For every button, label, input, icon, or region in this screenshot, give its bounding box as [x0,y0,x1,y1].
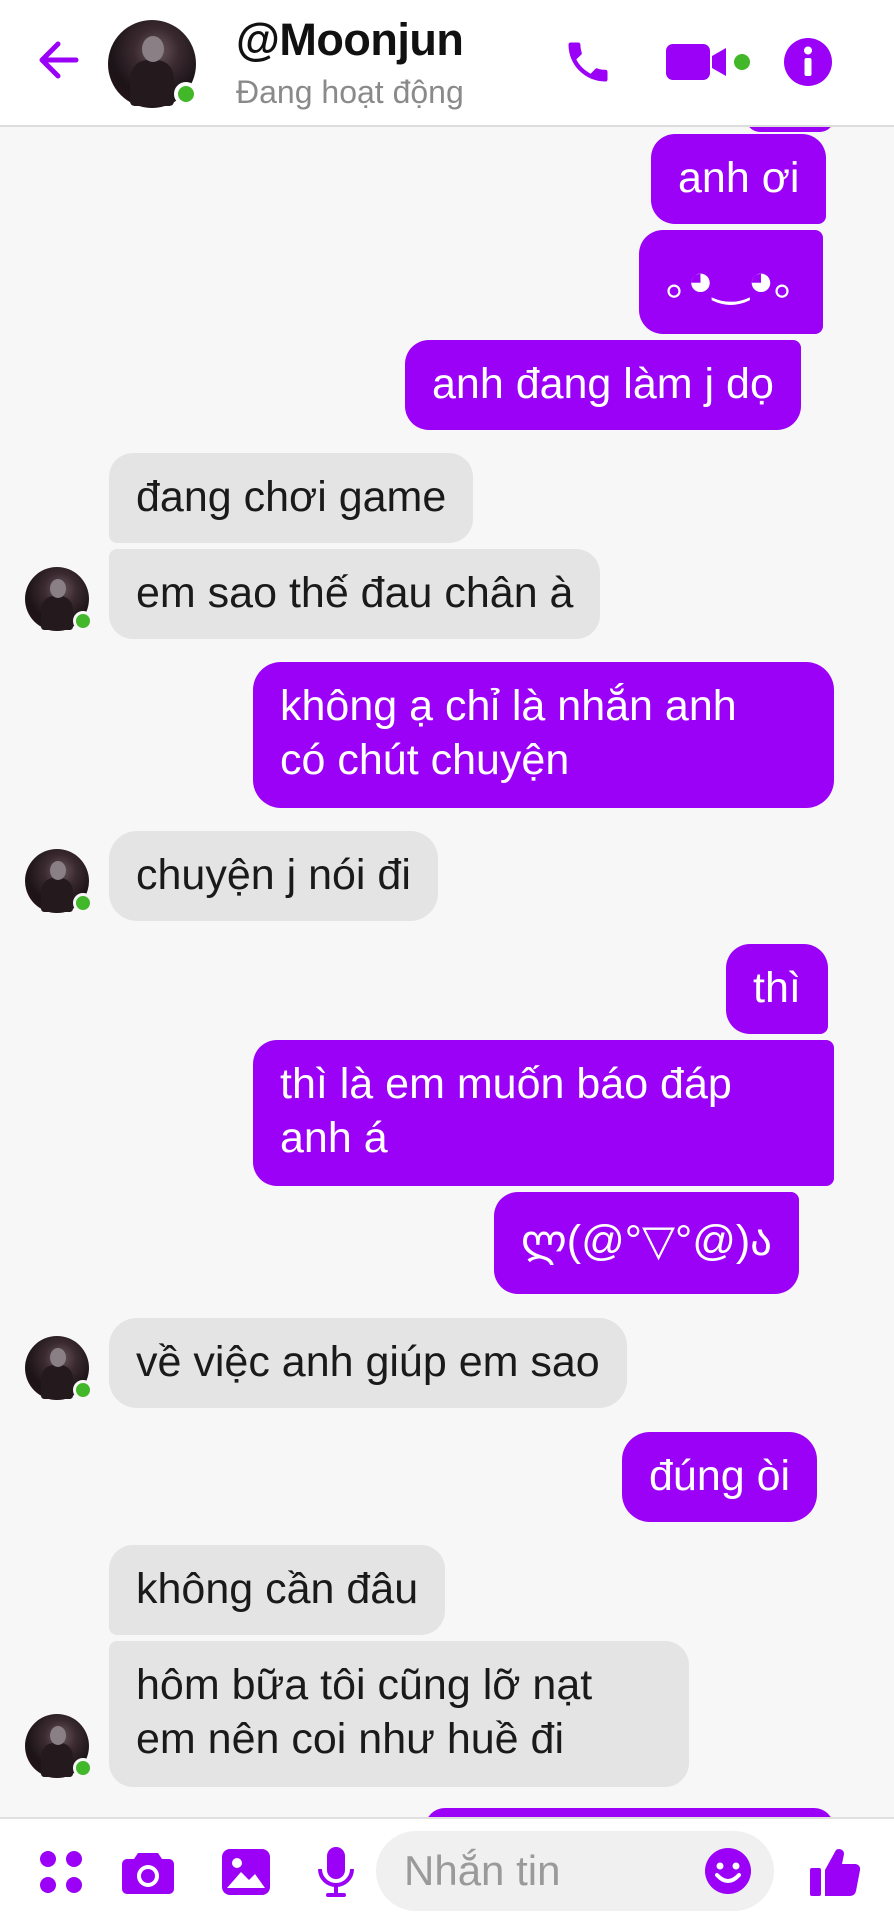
contact-avatar-small[interactable] [25,1336,93,1400]
messenger-chat-screen: @Moonjun Đang hoạt động anh ơi ｡◕‿◕｡ anh… [0,0,894,1920]
contact-avatar-small[interactable] [25,567,93,631]
contact-avatar-small[interactable] [25,1714,93,1778]
chat-header: @Moonjun Đang hoạt động [0,0,894,127]
message-bubble-incoming[interactable]: em sao thế đau chân à [109,549,601,639]
online-indicator [73,893,93,913]
apps-grid-icon[interactable] [30,1841,92,1903]
message-bubble-outgoing[interactable]: thì là em muốn báo đáp anh á [253,1040,834,1186]
phone-icon[interactable] [556,30,620,94]
microphone-icon[interactable] [305,1841,367,1903]
online-indicator [174,82,198,106]
online-indicator [73,1380,93,1400]
contact-avatar[interactable] [108,20,198,108]
camera-icon[interactable] [117,1841,179,1903]
message-bubble-incoming[interactable]: hôm bữa tôi cũng lỡ nạt em nên coi như h… [109,1641,689,1787]
message-bubble-outgoing[interactable]: ｡◕‿◕｡ [639,230,823,334]
contact-avatar-small[interactable] [25,849,93,913]
message-bubble-outgoing[interactable]: thì [726,944,828,1034]
message-bubble-outgoing[interactable]: ლ(@°▽°@)ა [494,1192,800,1294]
emoji-icon[interactable] [696,1839,760,1903]
message-bubble-outgoing[interactable]: đúng òi [622,1432,818,1522]
image-icon[interactable] [215,1841,277,1903]
message-bubble-incoming[interactable]: đang chơi game [109,453,474,543]
active-status: Đang hoạt động [236,74,464,110]
thumbs-up-icon[interactable] [804,1841,866,1903]
message-input[interactable] [404,1841,674,1901]
message-bubble-incoming[interactable]: không cần đâu [109,1545,446,1635]
contact-name[interactable]: @Moonjun [236,14,464,66]
arrow-left-icon[interactable] [30,32,86,88]
online-indicator [73,611,93,631]
message-bubble-incoming[interactable]: chuyện j nói đi [109,831,438,921]
message-bubble-outgoing[interactable]: không ạ chỉ là nhắn anh có chút chuyện [253,662,834,808]
message-bubble-outgoing[interactable]: anh ơi [651,134,827,224]
message-bubble-outgoing[interactable]: anh đang làm j dọ [405,340,801,430]
info-icon[interactable] [776,30,840,94]
video-camera-icon[interactable] [664,30,754,94]
composer-bar [0,1817,894,1920]
online-indicator [73,1758,93,1778]
message-bubble-incoming[interactable]: về việc anh giúp em sao [109,1318,627,1408]
message-input-container[interactable] [376,1831,774,1911]
